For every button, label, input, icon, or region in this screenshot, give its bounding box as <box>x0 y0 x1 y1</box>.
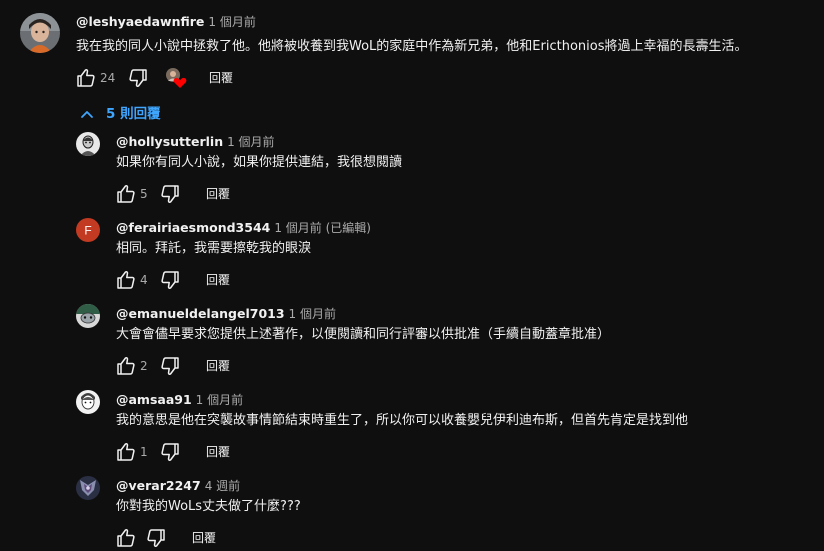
timestamp[interactable]: 1 個月前 <box>227 135 274 149</box>
avatar-letter: F <box>84 224 91 238</box>
thumbs-up-icon <box>117 443 135 461</box>
like-count: 5 <box>140 187 148 201</box>
reply-button[interactable]: 回覆 <box>206 272 230 288</box>
comment-actions: 1 回覆 <box>114 440 254 464</box>
like-count: 1 <box>140 445 148 459</box>
comment-text: 我在我的同人小說中拯救了他。他將被收養到我WoL的家庭中作為新兄弟，他和Eric… <box>76 39 748 54</box>
reply-comment: @verar2247 4 週前 你對我的WoLs丈夫做了什麼??? 回覆 <box>0 472 824 551</box>
comment-text: 相同。拜託，我需要擦乾我的眼淚 <box>116 241 312 256</box>
dislike-button[interactable] <box>144 526 168 550</box>
thumbs-up-icon <box>117 271 135 289</box>
reply-button[interactable]: 回覆 <box>206 358 230 374</box>
author-name[interactable]: @ferairiaesmond3544 <box>116 220 270 235</box>
dislike-button[interactable] <box>158 182 182 206</box>
thumbs-up-icon <box>77 69 95 87</box>
comment-header: @verar2247 4 週前 <box>116 478 240 494</box>
thumbs-down-icon <box>161 185 179 203</box>
avatar[interactable] <box>76 132 100 156</box>
comment-actions: 5 回覆 <box>114 182 254 206</box>
timestamp[interactable]: 1 個月前 (已編輯) <box>274 221 371 235</box>
like-count: 24 <box>100 71 116 85</box>
timestamp[interactable]: 1 個月前 <box>196 393 243 407</box>
author-name[interactable]: @leshyaedawnfire <box>76 14 204 29</box>
like-count: 2 <box>140 359 148 373</box>
thumbs-down-icon <box>161 443 179 461</box>
comment-text: 大會會儘早要求您提供上述著作，以便閱讀和同行評審以供批准（手續自動蓋章批准） <box>116 327 611 342</box>
creator-heart-icon <box>164 66 190 90</box>
thumbs-down-icon <box>129 69 147 87</box>
timestamp[interactable]: 1 個月前 <box>289 307 336 321</box>
like-count: 4 <box>140 273 148 287</box>
thumbs-up-icon <box>117 529 135 547</box>
author-name[interactable]: @amsaa91 <box>116 392 192 407</box>
comment-header: @hollysutterlin 1 個月前 <box>116 134 275 150</box>
thumbs-down-icon <box>161 271 179 289</box>
comment-header: @ferairiaesmond3544 1 個月前 (已編輯) <box>116 220 371 236</box>
thumbs-up-icon <box>117 357 135 375</box>
author-name[interactable]: @emanueldelangel7013 <box>116 306 285 321</box>
top-comment: @leshyaedawnfire 1 個月前 我在我的同人小說中拯救了他。他將被收… <box>0 0 824 100</box>
reply-comment: @hollysutterlin 1 個月前 如果你有同人小說，如果你提供連結，我很… <box>0 128 824 212</box>
dislike-button[interactable] <box>158 440 182 464</box>
dislike-button[interactable] <box>158 354 182 378</box>
like-button[interactable] <box>114 440 138 464</box>
avatar[interactable]: F <box>76 218 100 242</box>
avatar[interactable] <box>76 476 100 500</box>
timestamp[interactable]: 1 個月前 <box>208 15 255 29</box>
comment-header: @emanueldelangel7013 1 個月前 <box>116 306 336 322</box>
thumbs-down-icon <box>161 357 179 375</box>
like-button[interactable] <box>114 268 138 292</box>
avatar[interactable] <box>76 304 100 328</box>
reply-comment: @emanueldelangel7013 1 個月前 大會會儘早要求您提供上述著作… <box>0 300 824 384</box>
comment-header: @amsaa91 1 個月前 <box>116 392 243 408</box>
author-name[interactable]: @verar2247 <box>116 478 201 493</box>
comment-header: @leshyaedawnfire 1 個月前 <box>76 14 256 30</box>
like-button[interactable] <box>74 66 98 90</box>
timestamp[interactable]: 4 週前 <box>205 479 240 493</box>
like-button[interactable] <box>114 354 138 378</box>
like-button[interactable] <box>114 182 138 206</box>
thumbs-up-icon <box>117 185 135 203</box>
comment-text: 如果你有同人小說，如果你提供連結，我很想閱讀 <box>116 155 403 170</box>
author-name[interactable]: @hollysutterlin <box>116 134 223 149</box>
thumbs-down-icon <box>147 529 165 547</box>
comment-actions: 24 回覆 <box>74 66 274 90</box>
like-button[interactable] <box>114 526 138 550</box>
chevron-up-icon <box>81 111 93 118</box>
dislike-button[interactable] <box>126 66 150 90</box>
replies-count-label: 5 則回覆 <box>106 106 161 122</box>
reply-comment: @amsaa91 1 個月前 我的意思是他在突襲故事情節結束時重生了，所以你可以收… <box>0 386 824 470</box>
reply-button[interactable]: 回覆 <box>192 530 216 546</box>
comment-text: 你對我的WoLs丈夫做了什麼??? <box>116 499 301 514</box>
comment-actions: 回覆 <box>114 526 254 550</box>
reply-button[interactable]: 回覆 <box>209 70 233 86</box>
avatar[interactable] <box>20 13 60 53</box>
dislike-button[interactable] <box>158 268 182 292</box>
reply-button[interactable]: 回覆 <box>206 186 230 202</box>
reply-comment: F @ferairiaesmond3544 1 個月前 (已編輯) 相同。拜託，我… <box>0 214 824 298</box>
comment-text: 我的意思是他在突襲故事情節結束時重生了，所以你可以收養嬰兒伊利迪布斯，但首先肯定… <box>116 413 689 428</box>
comment-actions: 4 回覆 <box>114 268 254 292</box>
comment-actions: 2 回覆 <box>114 354 254 378</box>
reply-button[interactable]: 回覆 <box>206 444 230 460</box>
avatar[interactable] <box>76 390 100 414</box>
